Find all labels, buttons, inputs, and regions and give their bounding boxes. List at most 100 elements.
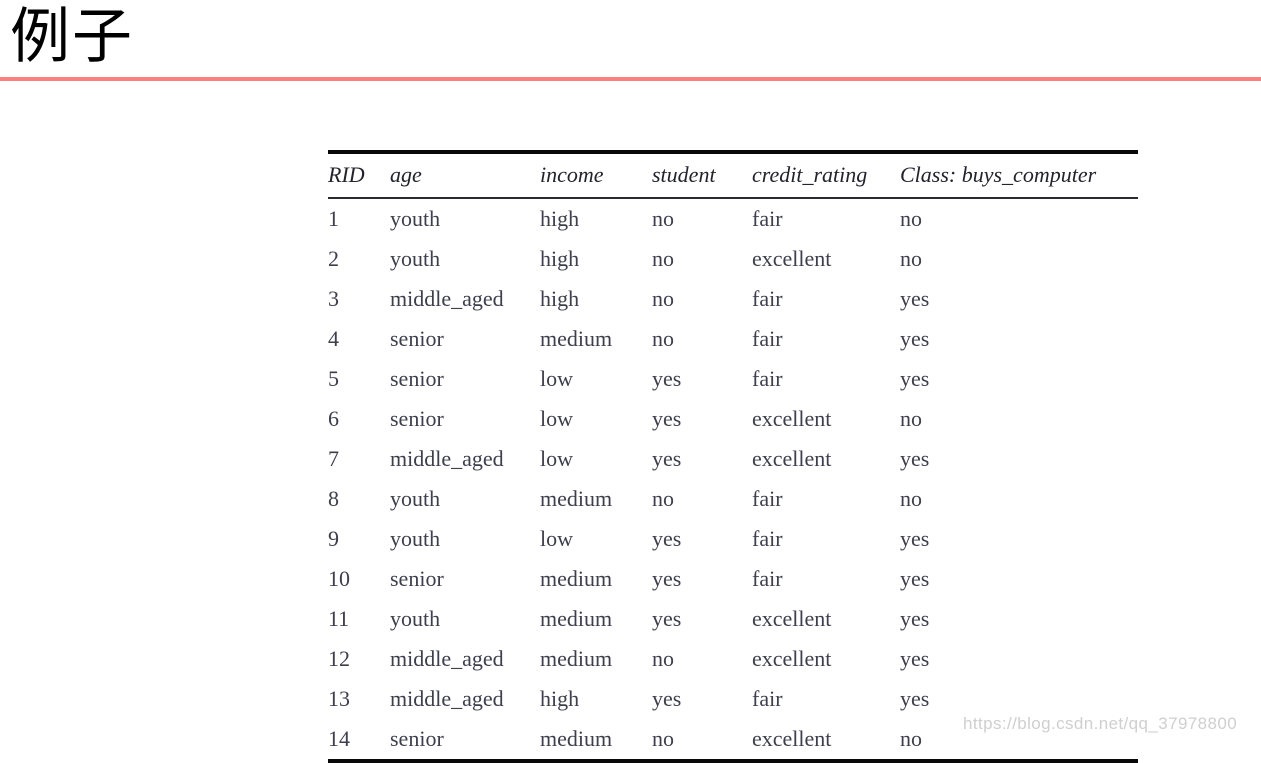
cell-student: no [652,486,674,511]
cell-rid: 7 [328,446,339,471]
cell-credit: fair [752,566,783,591]
cell-income: high [540,246,580,271]
cell-student: yes [652,566,682,591]
cell-credit: fair [752,286,783,311]
cell-rid: 9 [328,526,339,551]
cell-income: medium [540,606,613,631]
cell-credit: fair [752,526,783,551]
cell-class: yes [900,566,930,591]
table-row: 7 middle_aged low yes excellent yes [328,439,1138,479]
cell-credit: fair [752,206,783,231]
cell-age: middle_aged [390,686,504,711]
cell-rid: 14 [328,726,350,751]
title-divider [0,77,1261,81]
cell-student: no [652,326,674,351]
cell-rid: 10 [328,566,350,591]
table-row: 12 middle_aged medium no excellent yes [328,639,1138,679]
page-title: 例子 [10,2,134,72]
table-row: 4 senior medium no fair yes [328,319,1138,359]
table-row: 9 youth low yes fair yes [328,519,1138,559]
cell-student: yes [652,526,682,551]
decision-table: RID age income student credit_rating Cla… [328,150,1138,763]
cell-class: no [900,406,922,431]
cell-income: high [540,686,580,711]
table-row: 1 youth high no fair no [328,199,1138,239]
cell-student: no [652,646,674,671]
cell-rid: 1 [328,206,339,231]
cell-age: senior [390,366,444,391]
table-row: 14 senior medium no excellent no [328,719,1138,759]
cell-rid: 2 [328,246,339,271]
cell-age: middle_aged [390,286,504,311]
table-row: 11 youth medium yes excellent yes [328,599,1138,639]
cell-income: medium [540,566,613,591]
cell-income: low [540,366,573,391]
cell-income: low [540,446,573,471]
cell-credit: fair [752,686,783,711]
cell-class: yes [900,366,930,391]
table-bottom-rule [328,759,1138,763]
cell-rid: 6 [328,406,339,431]
cell-student: no [652,206,674,231]
cell-rid: 3 [328,286,339,311]
cell-credit: excellent [752,606,832,631]
cell-class: no [900,726,922,751]
cell-rid: 11 [328,606,350,631]
cell-credit: excellent [752,406,832,431]
cell-class: yes [900,446,930,471]
cell-age: youth [390,606,441,631]
table-row: 6 senior low yes excellent no [328,399,1138,439]
cell-age: senior [390,406,444,431]
cell-income: low [540,406,573,431]
cell-age: youth [390,526,441,551]
cell-credit: fair [752,366,783,391]
cell-age: senior [390,326,444,351]
cell-age: youth [390,206,441,231]
cell-class: yes [900,606,930,631]
cell-student: yes [652,446,682,471]
cell-income: medium [540,326,613,351]
column-header-income: income [540,162,604,187]
cell-credit: fair [752,326,783,351]
cell-income: high [540,286,580,311]
cell-student: no [652,726,674,751]
cell-income: medium [540,486,613,511]
cell-income: medium [540,646,613,671]
cell-age: senior [390,726,444,751]
table-row: 10 senior medium yes fair yes [328,559,1138,599]
table: RID age income student credit_rating Cla… [328,154,1138,197]
cell-age: youth [390,246,441,271]
cell-class: yes [900,286,930,311]
cell-student: no [652,286,674,311]
cell-rid: 12 [328,646,350,671]
cell-credit: excellent [752,646,832,671]
cell-student: yes [652,686,682,711]
cell-student: yes [652,366,682,391]
cell-income: medium [540,726,613,751]
cell-class: yes [900,686,930,711]
cell-credit: excellent [752,246,832,271]
table-row: 8 youth medium no fair no [328,479,1138,519]
cell-class: no [900,486,922,511]
cell-age: middle_aged [390,646,504,671]
cell-credit: excellent [752,726,832,751]
column-header-rid: RID [328,162,365,187]
cell-age: senior [390,566,444,591]
table-row: 2 youth high no excellent no [328,239,1138,279]
cell-student: no [652,246,674,271]
cell-class: yes [900,526,930,551]
cell-class: yes [900,646,930,671]
cell-income: low [540,526,573,551]
cell-student: yes [652,606,682,631]
table-row: 5 senior low yes fair yes [328,359,1138,399]
cell-class: no [900,206,922,231]
cell-rid: 13 [328,686,350,711]
cell-credit: excellent [752,446,832,471]
table-body: 1 youth high no fair no 2 youth high no excellent n… [328,199,1138,759]
cell-class: yes [900,326,930,351]
table-row: 13 middle_aged high yes fair yes [328,679,1138,719]
cell-class: no [900,246,922,271]
cell-rid: 4 [328,326,339,351]
column-header-credit-rating: credit_rating [752,162,868,187]
cell-student: yes [652,406,682,431]
